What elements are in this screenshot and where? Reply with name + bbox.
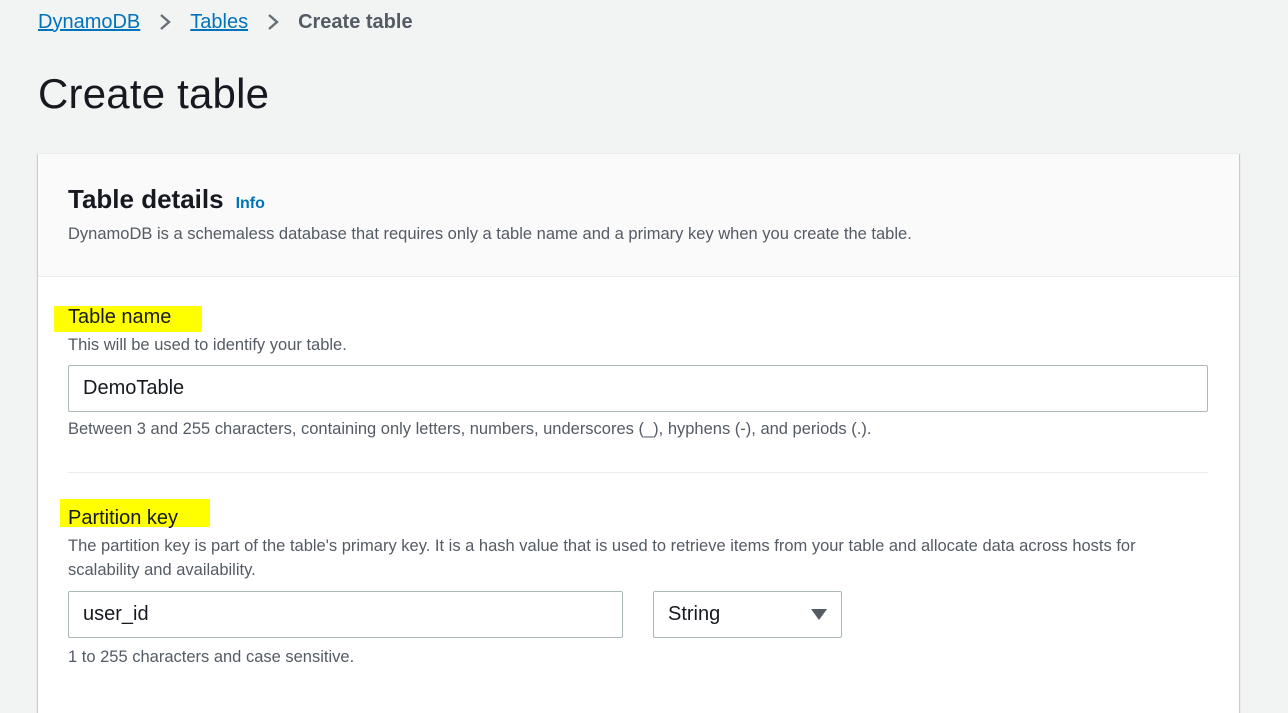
table-name-label: Table name: [68, 306, 172, 328]
table-details-panel: Table details Info DynamoDB is a schemal…: [38, 153, 1239, 713]
panel-header: Table details Info DynamoDB is a schemal…: [38, 154, 1239, 277]
info-link[interactable]: Info: [236, 195, 265, 213]
chevron-right-icon: [268, 14, 279, 30]
table-name-input[interactable]: DemoTable: [68, 365, 1208, 412]
chevron-right-icon: [160, 14, 172, 30]
panel-description: DynamoDB is a schemaless database that r…: [68, 225, 912, 243]
breadcrumb-current: Create table: [298, 10, 413, 33]
panel-title: Table details: [68, 184, 224, 214]
partition-key-label: Partition key: [68, 507, 179, 529]
partition-key-constraint: 1 to 255 characters and case sensitive.: [68, 648, 355, 666]
partition-key-field: Partition key The partition key is part …: [60, 499, 1208, 582]
partition-key-description: The partition key is part of the table's…: [68, 537, 1136, 579]
partition-key-type-value: String: [668, 603, 721, 625]
divider: [68, 472, 1208, 473]
page-title: Create table: [38, 70, 270, 117]
caret-down-icon: [811, 609, 827, 620]
partition-key-input[interactable]: user_id: [68, 591, 623, 638]
breadcrumb-link-tables[interactable]: Tables: [190, 11, 248, 34]
partition-key-type-select[interactable]: String: [653, 591, 842, 638]
breadcrumb-link-dynamodb[interactable]: DynamoDB: [38, 11, 140, 34]
table-name-description: This will be used to identify your table…: [68, 336, 347, 354]
breadcrumb: DynamoDB Tables Create table: [38, 9, 413, 35]
table-name-constraint: Between 3 and 255 characters, containing…: [68, 420, 872, 438]
table-name-field: Table name This will be used to identify…: [54, 306, 347, 357]
